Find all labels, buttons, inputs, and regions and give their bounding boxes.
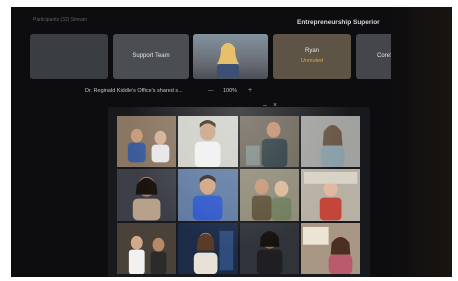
gallery-tile xyxy=(178,222,238,274)
gallery-tile xyxy=(178,169,238,221)
gallery-grid xyxy=(117,116,360,274)
participant-tile-support-team[interactable]: Support Team xyxy=(113,34,189,79)
screen-share-toolbar: Dr. Reginald Kiddle's Office's shared s.… xyxy=(83,86,375,97)
participant-video-tile[interactable] xyxy=(193,34,268,79)
meeting-window: Participants (32) Stream Entrepreneurshi… xyxy=(11,7,452,277)
mic-status-badge: Unmuted xyxy=(300,58,324,64)
gallery-tile xyxy=(300,222,360,274)
gallery-tile xyxy=(300,169,360,221)
gallery-tile xyxy=(239,169,299,221)
gallery-tile xyxy=(239,116,299,168)
gallery-tile xyxy=(178,116,238,168)
gallery-tile xyxy=(300,116,360,168)
gallery-tile xyxy=(239,222,299,274)
shared-screen-title: Dr. Reginald Kiddle's Office's shared s.… xyxy=(85,88,183,94)
participant-name: Support Team xyxy=(132,53,170,59)
participant-tile-1[interactable] xyxy=(30,34,108,79)
gallery-tile xyxy=(117,222,177,274)
session-title: Entrepreneurship Superior xyxy=(297,19,380,26)
participant-tile-ryan[interactable]: Ryan Unmuted xyxy=(273,34,351,79)
zoom-in-button[interactable]: + xyxy=(248,87,252,94)
gallery-tile xyxy=(117,169,177,221)
zoom-out-button[interactable]: — xyxy=(208,88,214,94)
participant-name: Ryan xyxy=(304,48,319,54)
gallery-tile xyxy=(117,116,177,168)
shared-screen xyxy=(108,107,370,277)
zoom-level: 100% xyxy=(223,88,238,94)
webcam-person xyxy=(217,43,239,78)
room-background xyxy=(391,7,452,277)
participants-label: Participants (32) Stream xyxy=(33,17,87,23)
